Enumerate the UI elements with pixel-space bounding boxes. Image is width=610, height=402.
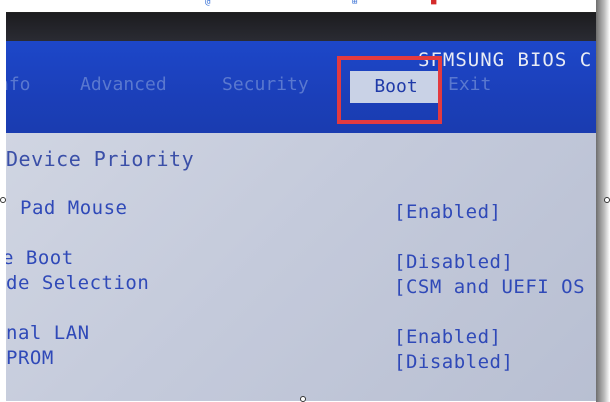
setting-value-mode-selection[interactable]: [CSM and UEFI OS [394,276,585,298]
setting-value-prom[interactable]: [Disabled] [394,351,513,373]
setting-value-boot[interactable]: [Disabled] [394,251,513,273]
bios-brand-title: SFMSUNG BIOS C [418,49,593,71]
tab-exit[interactable]: Exit [448,74,491,95]
resize-handle-left[interactable] [0,197,6,203]
bios-tab-bar: nfo Advanced Security Boot Exit [6,71,604,105]
tab-advanced[interactable]: Advanced [80,74,167,95]
browser-link-icon[interactable]: @ [205,0,210,7]
section-heading: Device Priority [6,147,195,171]
browser-grid-icon[interactable]: ⊞ [352,0,357,7]
setting-value-lan[interactable]: [Enabled] [394,326,501,348]
setting-label-lan[interactable]: nal LAN [6,322,90,344]
browser-page-strip: @ ⊞ ■ [0,0,610,10]
tab-security[interactable]: Security [222,74,309,95]
bios-screen-photo: SFMSUNG BIOS C nfo Advanced Security Boo… [6,12,604,401]
setting-label-boot[interactable]: e Boot [6,247,74,269]
bios-settings-panel: Device Priority Pad Mouse [Enabled] e Bo… [6,133,604,401]
resize-handle-bottom[interactable] [300,396,306,402]
tab-info[interactable]: nfo [6,74,31,95]
browser-red-icon[interactable]: ■ [431,0,436,7]
monitor-bezel [6,13,604,41]
setting-label-mode-selection[interactable]: de Selection [6,272,149,294]
setting-value-pad-mouse[interactable]: [Enabled] [394,201,501,223]
boot-tab-highlight [337,56,442,124]
resize-handle-right[interactable] [604,197,610,203]
setting-label-prom[interactable]: PROM [6,347,54,369]
setting-label-pad-mouse[interactable]: Pad Mouse [20,197,127,219]
